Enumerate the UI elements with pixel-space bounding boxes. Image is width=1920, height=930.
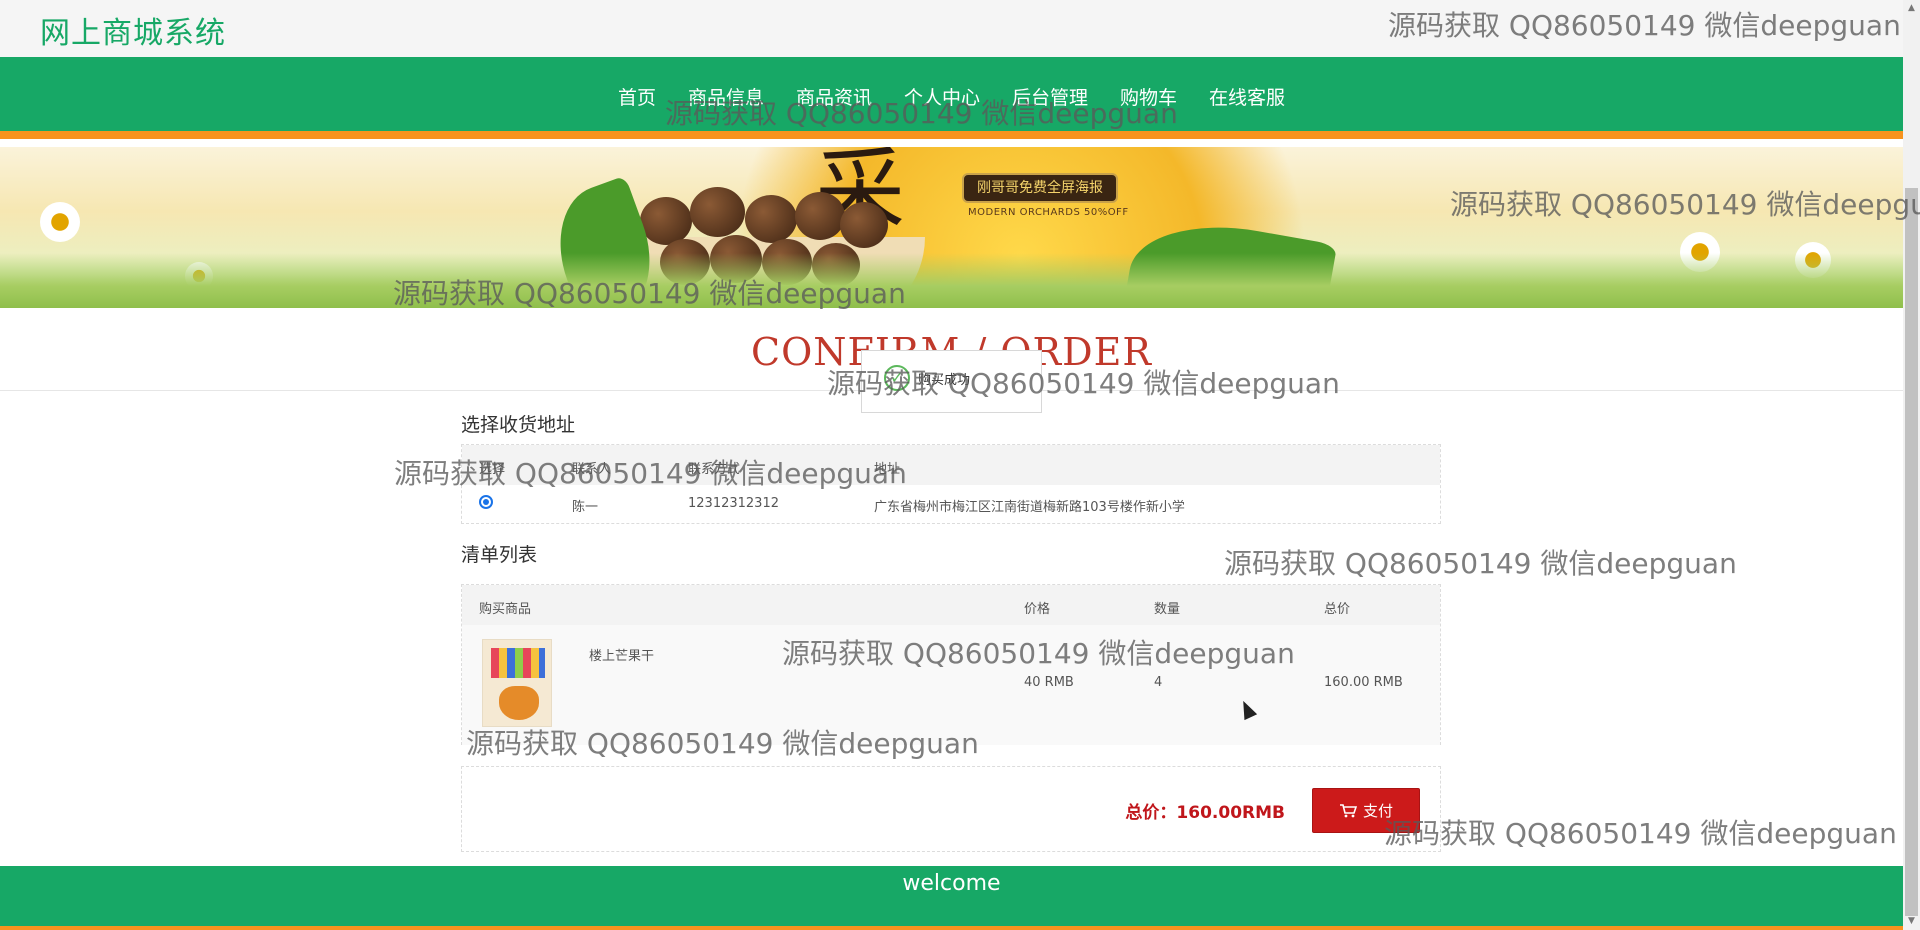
- banner: 采 刚哥哥免费全屏海报 MODERN ORCHARDS 50%OFF: [0, 147, 1903, 308]
- table-row[interactable]: 陈一 12312312312 广东省梅州市梅江区江南街道梅新路103号楼作新小学: [462, 485, 1440, 523]
- column-header-contact: 联系人: [572, 462, 612, 477]
- site-title[interactable]: 网上商城系统: [40, 8, 226, 52]
- column-header-select: 选择: [479, 462, 506, 477]
- watermark: 源码获取 QQ86050149 微信deepguan: [1384, 817, 1897, 850]
- address-section-title: 选择收货地址: [461, 414, 576, 436]
- scroll-down-icon[interactable]: ▼: [1906, 916, 1917, 927]
- cart-icon: [1339, 803, 1357, 817]
- product-image[interactable]: [482, 639, 552, 727]
- check-circle-icon: ✓: [884, 365, 910, 391]
- banner-nut: [690, 187, 745, 237]
- scrollbar[interactable]: ▲ ▼: [1903, 0, 1920, 930]
- nav-item-products[interactable]: 商品信息: [688, 83, 764, 110]
- table-row: 楼上芒果干 40 RMB 4 160.00 RMB: [462, 625, 1440, 745]
- nav-item-admin[interactable]: 后台管理: [1012, 83, 1088, 110]
- scroll-thumb[interactable]: [1905, 188, 1918, 916]
- contact-phone: 12312312312: [688, 496, 779, 511]
- banner-grass: [0, 253, 1903, 308]
- product-mango: [499, 686, 539, 720]
- column-header-address: 地址: [874, 462, 901, 477]
- order-summary: 总价：160.00RMB 支付: [461, 766, 1441, 852]
- product-price: 40 RMB: [1024, 675, 1074, 690]
- banner-nut: [640, 197, 692, 245]
- product-quantity: 4: [1154, 675, 1163, 690]
- banner-nut: [745, 195, 797, 243]
- footer: welcome: [0, 866, 1903, 930]
- banner-subtitle: MODERN ORCHARDS 50%OFF: [968, 207, 1129, 218]
- toast-text: 购买成功: [918, 373, 971, 388]
- column-header-price: 价格: [1024, 602, 1051, 617]
- address-radio[interactable]: [479, 495, 493, 509]
- nav-item-service[interactable]: 在线客服: [1209, 83, 1285, 110]
- product-pattern: [491, 648, 545, 678]
- nav-item-profile[interactable]: 个人中心: [904, 83, 980, 110]
- pay-button[interactable]: 支付: [1312, 788, 1420, 833]
- banner-nut: [840, 202, 888, 248]
- nav-item-cart[interactable]: 购物车: [1120, 83, 1177, 110]
- contact-address: 广东省梅州市梅江区江南街道梅新路103号楼作新小学: [874, 500, 1185, 515]
- product-name[interactable]: 楼上芒果干: [589, 645, 654, 664]
- column-header-product: 购买商品: [479, 602, 532, 617]
- banner-nut: [795, 192, 845, 240]
- column-header-quantity: 数量: [1154, 602, 1181, 617]
- scroll-up-icon[interactable]: ▲: [1906, 3, 1917, 14]
- items-table: 购买商品 价格 数量 总价 楼上芒果干 40 RMB 4 160.00 RMB: [461, 584, 1441, 745]
- column-header-total: 总价: [1324, 602, 1351, 617]
- watermark: 源码获取 QQ86050149 微信deepguan: [1224, 547, 1737, 580]
- column-header-phone: 联系方式: [688, 462, 741, 477]
- main-nav: 首页 商品信息 商品资讯 个人中心 后台管理 购物车 在线客服: [0, 57, 1903, 139]
- success-toast: ✓ 购买成功: [861, 350, 1042, 413]
- nav-item-home[interactable]: 首页: [618, 83, 656, 110]
- banner-badge: 刚哥哥免费全屏海报: [962, 173, 1118, 203]
- pay-label: 支付: [1362, 802, 1393, 820]
- address-table: 选择 联系人 联系方式 地址 陈一 12312312312 广东省梅州市梅江区江…: [461, 444, 1441, 524]
- nav-list: 首页 商品信息 商品资讯 个人中心 后台管理 购物车 在线客服: [0, 83, 1903, 110]
- table-header: 购买商品 价格 数量 总价: [462, 585, 1440, 625]
- nav-item-news[interactable]: 商品资讯: [796, 83, 872, 110]
- product-total: 160.00 RMB: [1324, 675, 1403, 690]
- table-header: 选择 联系人 联系方式 地址: [462, 445, 1440, 485]
- banner-flower: [40, 202, 80, 242]
- contact-name: 陈一: [572, 500, 599, 515]
- footer-text: welcome: [902, 871, 1001, 896]
- total-price: 总价：160.00RMB: [1125, 803, 1285, 823]
- top-bar: 网上商城系统: [0, 0, 1903, 57]
- items-section-title: 清单列表: [461, 544, 538, 566]
